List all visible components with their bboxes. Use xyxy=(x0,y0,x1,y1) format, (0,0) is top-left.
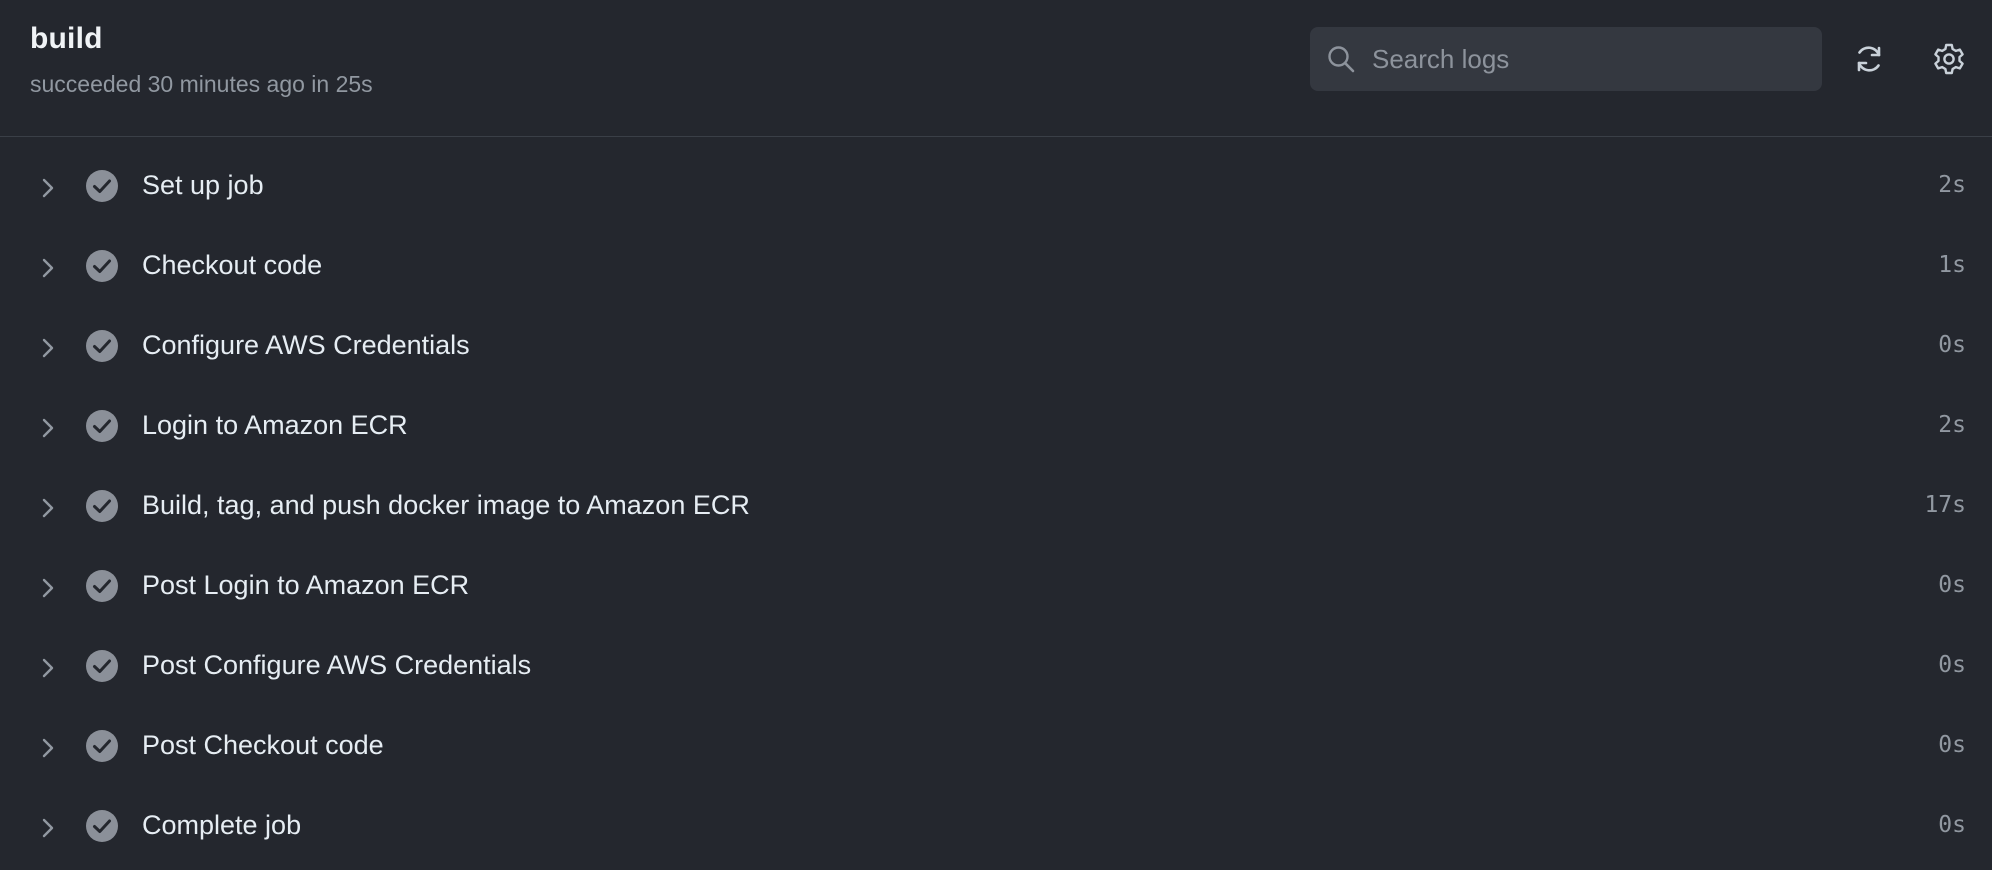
check-circle-icon xyxy=(84,728,120,764)
step-duration: 2s xyxy=(1938,412,1966,438)
step-duration: 1s xyxy=(1938,252,1966,278)
step-duration: 0s xyxy=(1938,732,1966,758)
step-duration: 17s xyxy=(1924,492,1966,518)
search-input[interactable] xyxy=(1372,27,1802,91)
step-row[interactable]: Configure AWS Credentials 0s xyxy=(0,312,1992,392)
step-duration: 0s xyxy=(1938,332,1966,358)
settings-button[interactable] xyxy=(1930,40,1968,78)
step-duration: 0s xyxy=(1938,812,1966,838)
step-duration: 0s xyxy=(1938,652,1966,678)
chevron-right-icon[interactable] xyxy=(36,656,60,680)
search-box[interactable] xyxy=(1310,27,1822,91)
chevron-right-icon[interactable] xyxy=(36,576,60,600)
step-row[interactable]: Login to Amazon ECR 2s xyxy=(0,392,1992,472)
step-duration: 0s xyxy=(1938,572,1966,598)
chevron-right-icon[interactable] xyxy=(36,336,60,360)
chevron-right-icon[interactable] xyxy=(36,816,60,840)
check-circle-icon xyxy=(84,168,120,204)
check-circle-icon xyxy=(84,488,120,524)
step-name: Post Configure AWS Credentials xyxy=(142,650,532,680)
job-header: build succeeded 30 minutes ago in 25s xyxy=(0,0,1992,137)
check-circle-icon xyxy=(84,248,120,284)
step-row[interactable]: Build, tag, and push docker image to Ama… xyxy=(0,472,1992,552)
check-circle-icon xyxy=(84,808,120,844)
refresh-icon xyxy=(1857,46,1881,72)
job-title: build xyxy=(30,22,103,55)
chevron-right-icon[interactable] xyxy=(36,736,60,760)
job-log-panel: build succeeded 30 minutes ago in 25s Se… xyxy=(0,0,1992,870)
chevron-right-icon[interactable] xyxy=(36,256,60,280)
step-row[interactable]: Checkout code 1s xyxy=(0,232,1992,312)
step-name: Configure AWS Credentials xyxy=(142,330,470,360)
search-icon xyxy=(1326,44,1356,74)
steps-list: Set up job 2s Checkout code 1s Configure AWS… xyxy=(0,152,1992,870)
step-name: Login to Amazon ECR xyxy=(142,410,408,440)
gear-icon xyxy=(1934,43,1964,75)
step-row[interactable]: Complete job 0s xyxy=(0,792,1992,870)
step-name: Checkout code xyxy=(142,250,323,280)
step-name: Build, tag, and push docker image to Ama… xyxy=(142,490,750,520)
check-circle-icon xyxy=(84,408,120,444)
step-name: Complete job xyxy=(142,810,302,840)
refresh-button[interactable] xyxy=(1850,40,1888,78)
step-row[interactable]: Post Checkout code 0s xyxy=(0,712,1992,792)
step-row[interactable]: Post Configure AWS Credentials 0s xyxy=(0,632,1992,712)
job-status: succeeded 30 minutes ago in 25s xyxy=(30,71,373,97)
step-row[interactable]: Set up job 2s xyxy=(0,152,1992,232)
check-circle-icon xyxy=(84,648,120,684)
chevron-right-icon[interactable] xyxy=(36,176,60,200)
step-name: Set up job xyxy=(142,170,264,200)
step-duration: 2s xyxy=(1938,172,1966,198)
step-name: Post Login to Amazon ECR xyxy=(142,570,470,600)
check-circle-icon xyxy=(84,328,120,364)
step-row[interactable]: Post Login to Amazon ECR 0s xyxy=(0,552,1992,632)
step-name: Post Checkout code xyxy=(142,730,384,760)
chevron-right-icon[interactable] xyxy=(36,416,60,440)
check-circle-icon xyxy=(84,568,120,604)
chevron-right-icon[interactable] xyxy=(36,496,60,520)
